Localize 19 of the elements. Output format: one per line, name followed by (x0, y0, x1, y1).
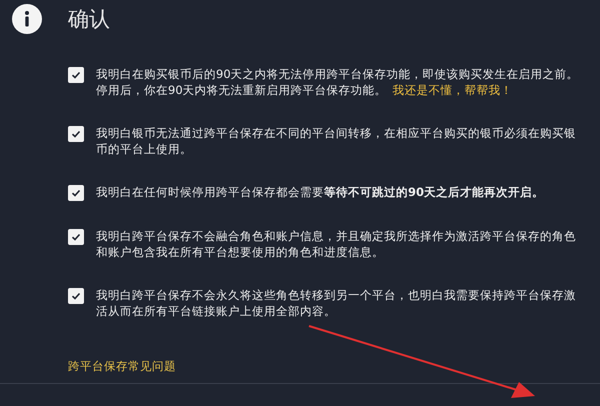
agreement-text: 我明白银币无法通过跨平台保存在不同的平台间转移，在相应平台购买的银币必须在购买银币的平台上使用。 (96, 125, 577, 157)
checkmark-icon (71, 232, 81, 242)
checkmark-icon (71, 291, 81, 301)
agreement-text: 我明白在任何时候停用跨平台保存都会需要等待不可跳过的90天之后才能再次开启。 (96, 184, 546, 200)
info-icon (12, 4, 42, 34)
checkbox[interactable] (68, 67, 84, 83)
faq-link[interactable]: 跨平台保存常见问题 (68, 359, 176, 374)
agreement-text: 我明白跨平台保存不会融合角色和账户信息，并且确定我所选择作为激活跨平台保存的角色和账户包含我在所有平台想要使用的角色和进度信息。 (96, 228, 577, 260)
checkbox[interactable] (68, 229, 84, 245)
checkmark-icon (71, 129, 81, 139)
checkmark-icon (71, 188, 81, 198)
dialog-title: 确认 (68, 6, 110, 33)
checkmark-icon (71, 70, 81, 80)
agreement-text: 我明白跨平台保存不会永久将这些角色转移到另一个平台，也明白我需要保持跨平台保存激活从而在所有平台链接账户上使用全部内容。 (96, 287, 577, 319)
checkbox[interactable] (68, 185, 84, 201)
checkbox[interactable] (68, 288, 84, 304)
help-link[interactable]: 我还是不懂，帮帮我！ (392, 83, 513, 97)
agreement-text: 我明白在购买银币后的90天之内将无法停用跨平台保存功能，即使该购买发生在启用之前。停用后，你在90天内将无法重新启用跨平台保存功能。 我还是不懂，帮帮我！ (96, 66, 580, 98)
checkbox[interactable] (68, 126, 84, 142)
